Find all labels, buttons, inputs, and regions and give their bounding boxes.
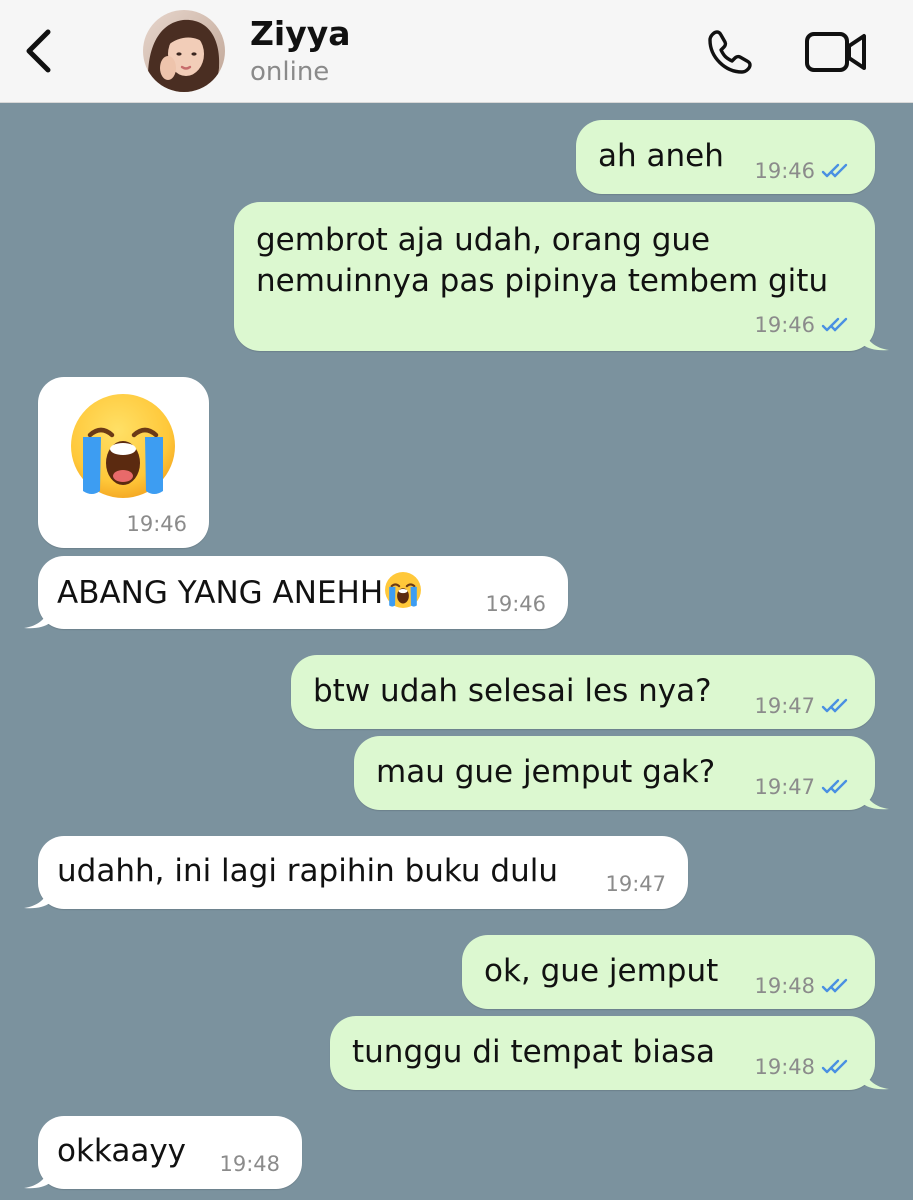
message-time: 19:47 (605, 872, 666, 896)
message-time: 19:47 (754, 775, 815, 799)
phone-icon (708, 30, 752, 74)
message-bubble-outgoing[interactable]: tunggu di tempat biasa 19:48 (330, 1016, 889, 1090)
loudly-crying-face-icon (385, 572, 422, 608)
message-meta: 19:47 (605, 872, 666, 896)
message-text-line: nemuinnya pas pipinya tembem gitu (256, 263, 829, 299)
message-bubble-outgoing[interactable]: btw udah selesai les nya? 19:47 (291, 655, 875, 729)
message-meta: 19:47 (754, 775, 855, 799)
message-text: mau gue jemput gak? (376, 754, 716, 790)
message-text-line: gembrot aja udah, orang gue (256, 222, 711, 258)
bubble-tail (863, 1068, 889, 1090)
message-time: 19:46 (754, 313, 815, 337)
contact-status: online (250, 57, 330, 87)
message-bubble-incoming[interactable]: udahh, ini lagi rapihin buku dulu 19:47 (24, 836, 688, 909)
message-bubble-incoming[interactable]: 19:46 (38, 377, 209, 548)
message-text: tunggu di tempat biasa (352, 1034, 715, 1070)
video-camera-icon (805, 32, 866, 72)
read-receipt-icon (821, 698, 848, 713)
message-meta: 19:47 (754, 694, 855, 718)
read-receipt-icon (821, 978, 848, 993)
message-meta: 19:46 (754, 313, 855, 337)
avatar[interactable] (143, 10, 225, 92)
message-time: 19:48 (754, 1055, 815, 1079)
message-bubble-incoming[interactable]: ABANG YANG ANEHH 19:46 (24, 556, 568, 629)
read-receipt-icon (821, 1059, 848, 1074)
back-button[interactable] (16, 26, 60, 76)
message-meta: 19:48 (219, 1152, 280, 1176)
message-time: 19:46 (754, 159, 815, 183)
message-time: 19:46 (126, 512, 187, 536)
contact-name[interactable]: Ziyya (250, 14, 351, 53)
message-text: ok, gue jemput (484, 953, 719, 989)
message-time: 19:47 (754, 694, 815, 718)
message-meta: 19:48 (754, 1055, 855, 1079)
message-meta: 19:46 (485, 592, 546, 616)
message-meta: 19:46 (754, 159, 855, 183)
bubble-tail (24, 607, 50, 629)
bubble-tail (863, 329, 889, 351)
chat-header: Ziyya online (0, 0, 913, 103)
bubble-tail (24, 887, 50, 909)
message-bubble-incoming[interactable]: okkaayy 19:48 (24, 1116, 302, 1189)
voice-call-button[interactable] (700, 22, 760, 82)
message-meta: 19:48 (754, 974, 855, 998)
message-time: 19:46 (485, 592, 546, 616)
message-text: okkaayy (57, 1133, 187, 1169)
message-bubble-outgoing[interactable]: gembrot aja udah, orang gue nemuinnya pa… (234, 202, 889, 351)
read-receipt-icon (821, 163, 848, 178)
message-text: ah aneh (598, 138, 724, 174)
message-text: udahh, ini lagi rapihin buku dulu (57, 853, 559, 889)
message-time: 19:48 (219, 1152, 280, 1176)
message-text: btw udah selesai les nya? (313, 673, 712, 709)
bubble-tail (24, 1167, 50, 1189)
message-bubble-outgoing[interactable]: mau gue jemput gak? 19:47 (354, 736, 889, 810)
message-bubble-outgoing[interactable]: ah aneh 19:46 (576, 120, 875, 194)
bubble-tail (863, 788, 889, 810)
read-receipt-icon (821, 779, 848, 794)
message-bubble-outgoing[interactable]: ok, gue jemput 19:48 (462, 935, 875, 1009)
message-text-content: ABANG YANG ANEHH (57, 575, 384, 611)
chevron-left-icon (26, 29, 51, 73)
message-text: ABANG YANG ANEHH (57, 571, 422, 614)
read-receipt-icon (821, 317, 848, 332)
video-call-button[interactable] (800, 26, 872, 78)
message-meta: 19:46 (126, 512, 187, 536)
loudly-crying-face-icon (71, 394, 175, 498)
message-time: 19:48 (754, 974, 815, 998)
